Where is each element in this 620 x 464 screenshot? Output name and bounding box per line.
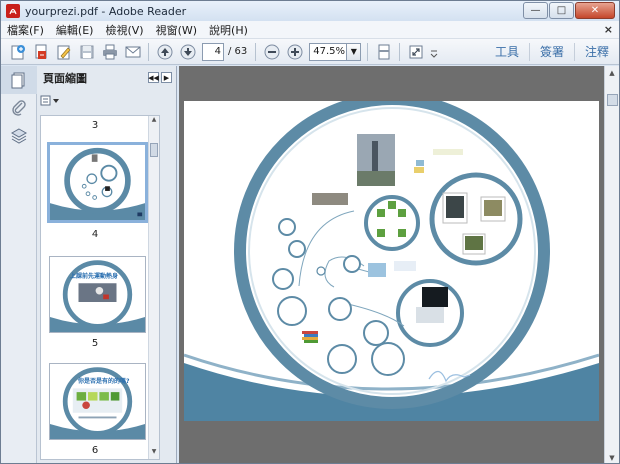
thumbnails-panel: 頁面縮圖 ◀◀ ▶ 3 4 上課前先運動熱身 5 你是否是有的的嗎? 6 ▲ ▼ xyxy=(37,66,177,463)
edit-pdf-icon[interactable] xyxy=(53,41,75,63)
options-menu-icon[interactable] xyxy=(40,94,64,108)
previous-page-icon[interactable] xyxy=(154,41,176,63)
pdf-page xyxy=(184,101,599,421)
fit-page-icon[interactable] xyxy=(373,41,395,63)
zoom-in-icon[interactable] xyxy=(284,41,306,63)
expand-panel-icon[interactable]: ▶ xyxy=(161,72,172,83)
scroll-down-icon[interactable]: ▼ xyxy=(605,451,619,463)
thumbnail-scrollbar[interactable]: ▲ ▼ xyxy=(148,116,159,459)
document-view[interactable] xyxy=(179,66,604,463)
menu-edit[interactable]: 編輯(E) xyxy=(50,22,100,38)
toolbar-divider xyxy=(367,42,369,61)
collapse-panel-icon[interactable]: ◀◀ xyxy=(148,72,159,83)
prezi-slide-graphic xyxy=(184,101,599,421)
full-screen-icon[interactable] xyxy=(405,41,427,63)
thumbnail-caption: 你是否是有的的嗎? xyxy=(78,378,130,385)
thumbnail-caption: 上課前先運動熱身 xyxy=(70,273,119,280)
layers-icon[interactable] xyxy=(1,122,37,150)
thumbnail-page-label: 6 xyxy=(91,445,99,456)
document-scrollbar[interactable]: ▲ ▼ xyxy=(604,66,619,463)
sign-pane-button[interactable]: 簽署 xyxy=(528,43,574,61)
maximize-button[interactable]: □ xyxy=(549,2,574,19)
tools-pane-button[interactable]: 工具 xyxy=(485,43,529,61)
toolbar-divider xyxy=(255,42,257,61)
close-window-button[interactable]: ✕ xyxy=(575,2,615,19)
save-icon[interactable] xyxy=(76,41,98,63)
thumbnail-page-label: 3 xyxy=(91,120,99,131)
window-title: yourprezi.pdf - Adobe Reader xyxy=(25,4,187,18)
scroll-thumb[interactable] xyxy=(150,143,158,157)
page-number-input[interactable]: 4 xyxy=(202,42,224,61)
toolbar-divider xyxy=(148,42,149,61)
adobe-reader-window: yourprezi.pdf - Adobe Reader — □ ✕ 檔案(F)… xyxy=(0,0,620,464)
menu-view[interactable]: 檢視(V) xyxy=(99,22,149,38)
window-controls: — □ ✕ xyxy=(522,2,615,19)
create-pdf-icon[interactable] xyxy=(7,41,29,63)
thumbnail-page-4[interactable] xyxy=(47,142,148,223)
panel-options-row xyxy=(37,90,176,112)
email-icon[interactable] xyxy=(122,41,144,63)
menu-help[interactable]: 說明(H) xyxy=(203,22,254,38)
thumbnail-list[interactable]: 3 4 上課前先運動熱身 5 你是否是有的的嗎? 6 ▲ ▼ xyxy=(40,115,160,460)
scroll-up-icon[interactable]: ▲ xyxy=(605,66,619,80)
page-thumbnails-icon[interactable] xyxy=(1,66,37,94)
scroll-down-icon[interactable]: ▼ xyxy=(149,448,159,459)
toolbar-divider xyxy=(399,42,401,61)
panel-title: 頁面縮圖 xyxy=(43,72,87,85)
pdf-app-icon xyxy=(6,4,20,18)
navigation-rail xyxy=(1,66,37,463)
title-bar: yourprezi.pdf - Adobe Reader — □ ✕ xyxy=(1,1,619,21)
toolbar-options-icon[interactable] xyxy=(428,41,440,63)
next-page-icon[interactable] xyxy=(177,41,199,63)
print-icon[interactable] xyxy=(99,41,121,63)
thumbnail-page-label: 4 xyxy=(91,229,99,240)
attachments-icon[interactable] xyxy=(1,94,37,122)
combine-pdf-icon[interactable] xyxy=(30,41,52,63)
scroll-thumb[interactable] xyxy=(607,94,618,106)
comment-pane-button[interactable]: 注釋 xyxy=(573,43,619,61)
thumbnail-page-label: 5 xyxy=(91,338,99,349)
zoom-level-field[interactable]: 47.5% xyxy=(309,42,348,61)
zoom-select[interactable]: 47.5% ▼ xyxy=(309,42,362,61)
close-document-button[interactable]: × xyxy=(604,23,613,36)
thumbnail-page-6[interactable]: 你是否是有的的嗎? xyxy=(49,363,146,440)
thumbnail-page-5[interactable]: 上課前先運動熱身 xyxy=(49,256,146,333)
chevron-down-icon[interactable]: ▼ xyxy=(347,42,362,61)
toolbar: 4 / 63 47.5% ▼ 工具 簽署 注釋 xyxy=(1,39,619,65)
page-count: / 63 xyxy=(228,46,248,57)
zoom-out-icon[interactable] xyxy=(261,41,283,63)
menu-file[interactable]: 檔案(F) xyxy=(1,22,50,38)
scroll-up-icon[interactable]: ▲ xyxy=(149,116,159,127)
task-panes: 工具 簽署 注釋 xyxy=(485,39,619,65)
minimize-button[interactable]: — xyxy=(523,2,548,19)
menu-window[interactable]: 視窗(W) xyxy=(150,22,203,38)
menu-bar: 檔案(F) 編輯(E) 檢視(V) 視窗(W) 說明(H) × xyxy=(1,21,619,39)
panel-header: 頁面縮圖 ◀◀ ▶ xyxy=(37,66,176,90)
